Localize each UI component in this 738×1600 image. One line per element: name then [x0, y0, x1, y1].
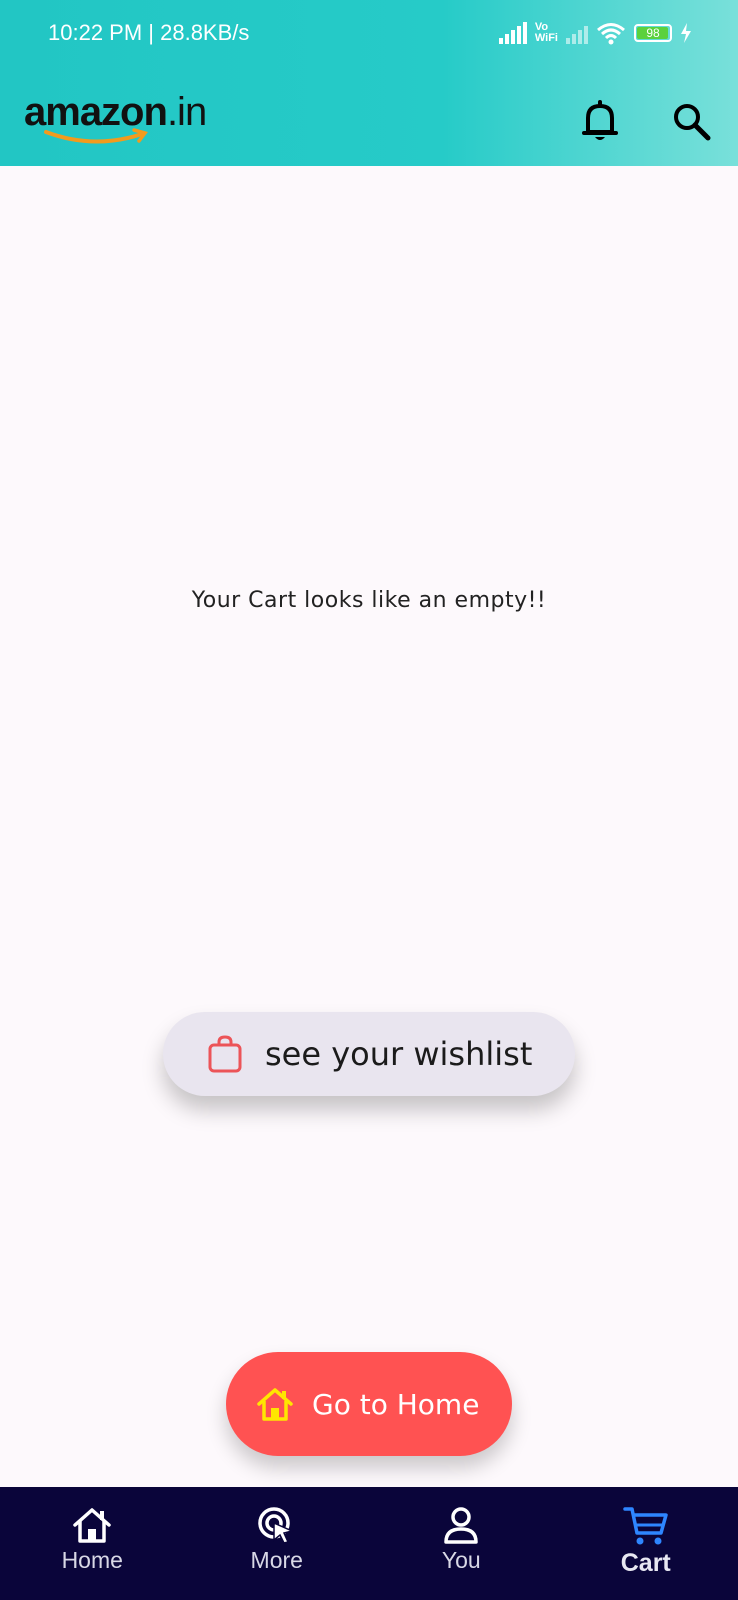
signal-icon — [498, 22, 527, 44]
go-to-home-button[interactable]: Go to Home — [226, 1352, 512, 1456]
home-icon — [257, 1388, 293, 1421]
nav-more-label: More — [250, 1547, 303, 1573]
nav-home[interactable]: Home — [0, 1487, 185, 1600]
bottom-navigation: Home More You Cart — [0, 1487, 738, 1600]
app-header: 10:22 PM | 28.8KB/s Vo WiFi 98 amazon.in — [0, 0, 738, 166]
wifi-icon — [597, 23, 625, 45]
nav-cart-label: Cart — [620, 1549, 671, 1577]
nav-more[interactable]: More — [185, 1487, 370, 1600]
signal-2-icon — [566, 22, 588, 44]
person-icon — [444, 1507, 478, 1544]
empty-cart-message: Your Cart looks like an empty!! — [191, 588, 547, 613]
home-button-label: Go to Home — [312, 1387, 480, 1421]
see-wishlist-button[interactable]: see your wishlist — [163, 1012, 575, 1096]
vowifi-icon: Vo WiFi — [534, 21, 558, 44]
cursor-click-icon — [258, 1507, 295, 1544]
home-icon — [73, 1508, 111, 1543]
logo-smile-icon — [44, 128, 148, 144]
battery-icon: 98 — [634, 24, 672, 42]
search-icon[interactable] — [670, 100, 714, 144]
cart-icon — [623, 1507, 668, 1545]
nav-cart[interactable]: Cart — [554, 1487, 738, 1600]
status-time: 10:22 PM | 28.8KB/s — [48, 20, 250, 45]
wishlist-button-label: see your wishlist — [265, 1035, 533, 1073]
amazon-logo[interactable]: amazon.in — [24, 92, 207, 144]
shopping-bag-icon — [208, 1035, 242, 1073]
charging-icon — [681, 23, 691, 43]
bell-icon[interactable] — [580, 100, 620, 144]
nav-home-label: Home — [61, 1547, 123, 1573]
status-icons: Vo WiFi 98 — [498, 18, 692, 48]
nav-you-label: You — [441, 1547, 481, 1573]
nav-you[interactable]: You — [369, 1487, 554, 1600]
